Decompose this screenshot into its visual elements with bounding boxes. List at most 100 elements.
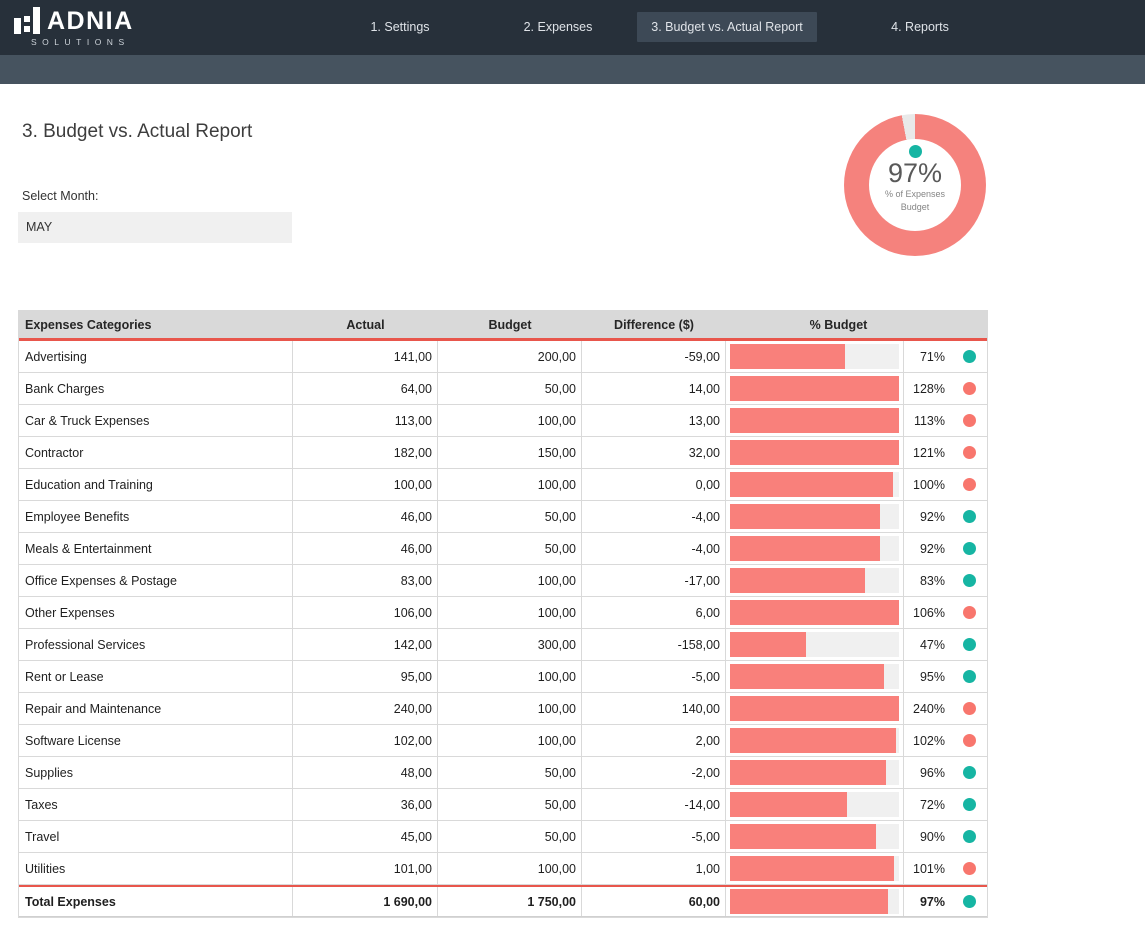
- data-bar-track: [730, 600, 899, 625]
- pct-budget-bar-cell: [726, 661, 904, 692]
- page-title: 3. Budget vs. Actual Report: [22, 121, 252, 143]
- status-dot-cell: [951, 565, 988, 596]
- actual-cell: 45,00: [293, 821, 438, 852]
- tab-reports[interactable]: 4. Reports: [860, 12, 980, 42]
- data-bar-fill: [730, 568, 865, 593]
- table-total-row: Total Expenses 1 690,00 1 750,00 60,00 9…: [19, 885, 987, 917]
- data-bar-fill: [730, 472, 893, 497]
- header-difference: Difference ($): [582, 311, 726, 338]
- budget-cell: 100,00: [438, 661, 582, 692]
- status-dot-icon: [963, 510, 976, 523]
- logo-title: ADNIA: [47, 9, 134, 34]
- difference-cell: -14,00: [582, 789, 726, 820]
- pct-budget-bar-cell: [726, 693, 904, 724]
- status-dot-cell: [951, 437, 988, 468]
- month-select[interactable]: MAY: [18, 212, 292, 243]
- category-cell: Repair and Maintenance: [19, 693, 293, 724]
- pct-budget-bar-cell: [726, 853, 904, 884]
- data-bar-track: [730, 376, 899, 401]
- tab-expenses[interactable]: 2. Expenses: [498, 12, 618, 42]
- status-dot-cell: [951, 789, 988, 820]
- status-dot-cell: [951, 821, 988, 852]
- pct-value-cell: 83%: [904, 565, 951, 596]
- difference-cell: -2,00: [582, 757, 726, 788]
- status-dot-cell: [951, 501, 988, 532]
- data-bar-track: [730, 792, 899, 817]
- status-dot-icon: [963, 895, 976, 908]
- status-dot-cell: [951, 469, 988, 500]
- adnia-logo: ADNIA SOLUTIONS: [14, 7, 134, 47]
- budget-cell: 100,00: [438, 597, 582, 628]
- pct-value-cell: 92%: [904, 533, 951, 564]
- table-row: Office Expenses & Postage 83,00 100,00 -…: [19, 565, 987, 597]
- budget-cell: 100,00: [438, 725, 582, 756]
- tab-settings[interactable]: 1. Settings: [340, 12, 460, 42]
- data-bar-track: [730, 472, 899, 497]
- budget-cell: 50,00: [438, 821, 582, 852]
- status-dot-cell: [951, 597, 988, 628]
- category-cell: Total Expenses: [19, 887, 293, 916]
- actual-cell: 64,00: [293, 373, 438, 404]
- pct-value-cell: 95%: [904, 661, 951, 692]
- tab-budget-vs-actual-report[interactable]: 3. Budget vs. Actual Report: [637, 12, 817, 42]
- data-bar-fill: [730, 889, 888, 914]
- budget-cell: 100,00: [438, 565, 582, 596]
- data-bar-fill: [730, 376, 899, 401]
- table-header-row: Expenses Categories Actual Budget Differ…: [19, 311, 987, 338]
- status-dot-cell: [951, 629, 988, 660]
- pct-value-cell: 113%: [904, 405, 951, 436]
- table-row: Car & Truck Expenses 113,00 100,00 13,00…: [19, 405, 987, 437]
- budget-cell: 150,00: [438, 437, 582, 468]
- actual-cell: 101,00: [293, 853, 438, 884]
- budget-cell: 50,00: [438, 533, 582, 564]
- pct-budget-bar-cell: [726, 757, 904, 788]
- status-dot-cell: [951, 405, 988, 436]
- difference-cell: 14,00: [582, 373, 726, 404]
- table-row: Other Expenses 106,00 100,00 6,00 106%: [19, 597, 987, 629]
- data-bar-track: [730, 824, 899, 849]
- status-dot-cell: [951, 757, 988, 788]
- logo-subtitle: SOLUTIONS: [31, 37, 134, 47]
- status-dot-cell: [951, 341, 988, 372]
- table-row: Meals & Entertainment 46,00 50,00 -4,00 …: [19, 533, 987, 565]
- difference-cell: 2,00: [582, 725, 726, 756]
- status-dot-icon: [963, 798, 976, 811]
- table-row: Travel 45,00 50,00 -5,00 90%: [19, 821, 987, 853]
- status-dot-icon: [963, 606, 976, 619]
- budget-cell: 50,00: [438, 501, 582, 532]
- select-month-label: Select Month:: [22, 189, 98, 203]
- pct-budget-bar-cell: [726, 437, 904, 468]
- data-bar-track: [730, 536, 899, 561]
- difference-cell: 0,00: [582, 469, 726, 500]
- status-dot-icon: [963, 734, 976, 747]
- expenses-budget-donut-chart: 97% % of Expenses Budget: [844, 114, 986, 256]
- pct-value-cell: 71%: [904, 341, 951, 372]
- status-dot-icon: [909, 145, 922, 158]
- actual-cell: 182,00: [293, 437, 438, 468]
- category-cell: Rent or Lease: [19, 661, 293, 692]
- difference-cell: -158,00: [582, 629, 726, 660]
- category-cell: Professional Services: [19, 629, 293, 660]
- secondary-header-strip: [0, 55, 1145, 84]
- actual-cell: 95,00: [293, 661, 438, 692]
- category-cell: Employee Benefits: [19, 501, 293, 532]
- pct-budget-bar-cell: [726, 533, 904, 564]
- table-row: Professional Services 142,00 300,00 -158…: [19, 629, 987, 661]
- data-bar-fill: [730, 408, 899, 433]
- actual-cell: 113,00: [293, 405, 438, 436]
- pct-budget-bar-cell: [726, 373, 904, 404]
- category-cell: Office Expenses & Postage: [19, 565, 293, 596]
- pct-budget-bar-cell: [726, 405, 904, 436]
- actual-cell: 240,00: [293, 693, 438, 724]
- status-dot-cell: [951, 693, 988, 724]
- budget-cell: 50,00: [438, 373, 582, 404]
- actual-cell: 141,00: [293, 341, 438, 372]
- status-dot-icon: [963, 638, 976, 651]
- header-spacer: [951, 311, 988, 338]
- pct-value-cell: 96%: [904, 757, 951, 788]
- actual-cell: 106,00: [293, 597, 438, 628]
- budget-cell: 100,00: [438, 853, 582, 884]
- data-bar-track: [730, 760, 899, 785]
- difference-cell: 140,00: [582, 693, 726, 724]
- pct-value-cell: 240%: [904, 693, 951, 724]
